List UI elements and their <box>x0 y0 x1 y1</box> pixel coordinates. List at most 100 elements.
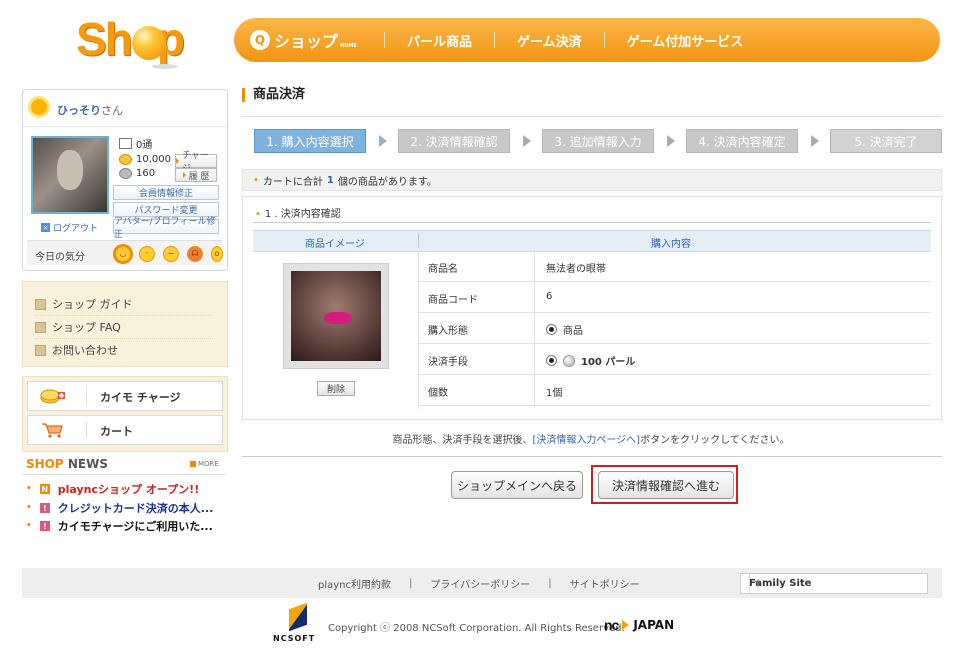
instruction-text: 商品形態、決済手段を選択後、[決済情報入力ページへ]ボタンをクリックしてください… <box>242 431 940 446</box>
cart-button[interactable]: カート <box>27 415 223 445</box>
nc-japan-logo: nc JAPAN <box>604 617 674 633</box>
news-divider <box>22 474 226 475</box>
nav-home-sub: HOME <box>340 43 357 49</box>
news-item[interactable]: • Nplayncショップ オープン!! <box>26 481 199 497</box>
kaimo-charge-button[interactable]: カイモ チャージ <box>27 381 223 411</box>
table-row: 商品名 無法者の眼帯 <box>418 251 931 282</box>
pearl-icon <box>563 354 575 367</box>
payment-confirm-panel: • 1 . 決済内容確認 商品イメージ 購入内容 削除 商品名 無法者の眼帯 商品… <box>242 196 942 420</box>
cart-icon <box>40 422 66 438</box>
footer-link-terms[interactable]: plaync利用約款 <box>318 576 391 591</box>
purchase-type-radio[interactable] <box>546 324 557 335</box>
news-item[interactable]: •! カイモチャージにご利用いた... <box>26 518 213 534</box>
more-icon <box>190 461 196 467</box>
footer-link-site-policy[interactable]: サイトポリシー <box>570 576 640 591</box>
mood-angry-icon[interactable]: ᗣ <box>187 246 203 262</box>
col-header-image: 商品イメージ <box>305 239 365 250</box>
row-label: 決済手段 <box>428 357 468 368</box>
notice-suffix: 個の商品があります。 <box>337 176 437 188</box>
mail-stat[interactable]: 0通 <box>119 136 152 151</box>
page-title: 商品決済 <box>242 88 305 102</box>
notice-prefix: カートに合計 <box>262 176 323 188</box>
mood-selector: 今日の気分 ◡ ᵕ ~ ᗣ o <box>27 240 223 265</box>
history-button[interactable]: 履 歴 <box>175 168 217 182</box>
news-title-accent: SHOP <box>26 457 64 471</box>
charge-button[interactable]: チャージ <box>175 151 217 174</box>
footer-bar: plaync利用約款 | プライバシーポリシー | サイトポリシー Family… <box>22 568 942 598</box>
ncsoft-mark-icon <box>289 602 307 632</box>
pearl-icon <box>119 168 132 179</box>
table-row: 商品コード 6 <box>418 282 931 313</box>
shop-logo[interactable]: Shop <box>76 13 226 70</box>
mail-icon <box>119 138 132 149</box>
mail-count: 0通 <box>136 140 153 151</box>
guide-link-shop-guide[interactable]: ショップ ガイド <box>35 296 213 316</box>
purchase-type-option[interactable]: 商品 <box>546 322 583 337</box>
nav-divider <box>384 32 385 48</box>
news-more-link[interactable]: MORE <box>190 460 219 468</box>
row-divider <box>534 282 535 312</box>
bullet-icon: • <box>255 209 261 220</box>
back-to-shop-button[interactable]: ショップメインへ戻る <box>451 471 583 499</box>
logo-text-start: Sh <box>76 13 133 65</box>
eyepatch-shape <box>324 312 352 324</box>
avatar[interactable] <box>31 136 109 214</box>
payment-method-option[interactable]: 100 パール <box>546 353 635 368</box>
coin-icon <box>119 154 132 165</box>
nc-logo-mark: nc <box>604 617 619 633</box>
nc-japan-text: JAPAN <box>633 618 675 632</box>
pearl-balance: 160 <box>136 168 156 179</box>
guide-link-faq[interactable]: ショップ FAQ <box>35 319 213 339</box>
payment-method-radio[interactable] <box>546 355 557 366</box>
table-row: 決済手段 100 パール <box>418 344 931 375</box>
row-label: 商品名 <box>428 264 458 275</box>
news-text: クレジットカード決済の本人... <box>57 502 214 515</box>
delete-button[interactable]: 削除 <box>317 381 355 396</box>
product-name-value: 無法者の眼帯 <box>546 264 606 275</box>
nav-home-link[interactable]: Q ショップ HOME <box>250 27 357 53</box>
mood-happy-icon[interactable]: ◡ <box>115 246 131 262</box>
mood-laugh-icon[interactable]: ᵕ <box>139 246 155 262</box>
step-arrow-icon <box>667 135 675 147</box>
bullet-icon: • <box>26 484 32 494</box>
notice-count: 1 <box>326 174 334 186</box>
news-title-rest: NEWS <box>67 457 108 471</box>
step-1: 1. 購入内容選択 <box>254 129 366 153</box>
proceed-to-confirm-button[interactable]: 決済情報確認へ進む <box>598 471 734 499</box>
shop-home-icon: Q <box>250 30 270 50</box>
quick-actions: カイモ チャージ カート <box>22 376 228 452</box>
nav-item-game-payment[interactable]: ゲーム決済 <box>517 31 582 50</box>
help-link: [決済情報入力ページへ] <box>532 435 641 446</box>
profile-header: ひっそりさん <box>23 90 227 127</box>
news-text: playncショップ オープン!! <box>57 483 200 496</box>
nc-chevron-icon <box>622 620 630 630</box>
section-title-text: 1 . 決済内容確認 <box>264 209 341 220</box>
footer-link-privacy[interactable]: プライバシーポリシー <box>430 576 530 591</box>
row-divider <box>534 251 535 281</box>
news-item[interactable]: •! クレジットカード決済の本人... <box>26 500 213 516</box>
family-site-select[interactable]: Family Site ▼ <box>740 573 928 594</box>
product-image <box>283 263 389 369</box>
help-prefix: 商品形態、決済手段を選択後、 <box>392 435 533 446</box>
nav-item-pearl-products[interactable]: パール商品 <box>407 31 472 50</box>
mood-tired-icon[interactable]: ~ <box>163 246 179 262</box>
mood-surprised-icon[interactable]: o <box>211 246 223 262</box>
table-row: 購入形態 商品 <box>418 313 931 344</box>
step-arrow-icon <box>811 135 819 147</box>
cart-notice: • カートに合計 1 個の商品があります。 <box>242 169 942 191</box>
logout-link[interactable]: × ログアウト <box>41 221 98 234</box>
logo-ball-icon <box>132 26 166 60</box>
avatar-edit-button[interactable]: アバター/プロフィール修正 <box>113 217 219 240</box>
coins-icon <box>40 388 66 404</box>
chevron-down-icon: ▼ <box>749 574 766 593</box>
guide-link-contact[interactable]: お問い合わせ <box>35 342 213 361</box>
row-label: 購入形態 <box>428 326 468 337</box>
checkout-steps: 1. 購入内容選択 2. 決済情報確認 3. 追加情報入力 4. 決済内容確定 … <box>254 129 942 153</box>
nav-item-game-services[interactable]: ゲーム付加サービス <box>627 31 744 50</box>
news-text: カイモチャージにご利用いた... <box>57 520 213 533</box>
copyright-text: Copyright ⓒ 2008 NCSoft Corporation. All… <box>328 623 625 634</box>
divider <box>86 388 87 404</box>
kaimo-charge-label: カイモ チャージ <box>100 391 181 404</box>
footer-separator: | <box>409 578 413 589</box>
member-edit-button[interactable]: 会員情報修正 <box>113 185 219 200</box>
